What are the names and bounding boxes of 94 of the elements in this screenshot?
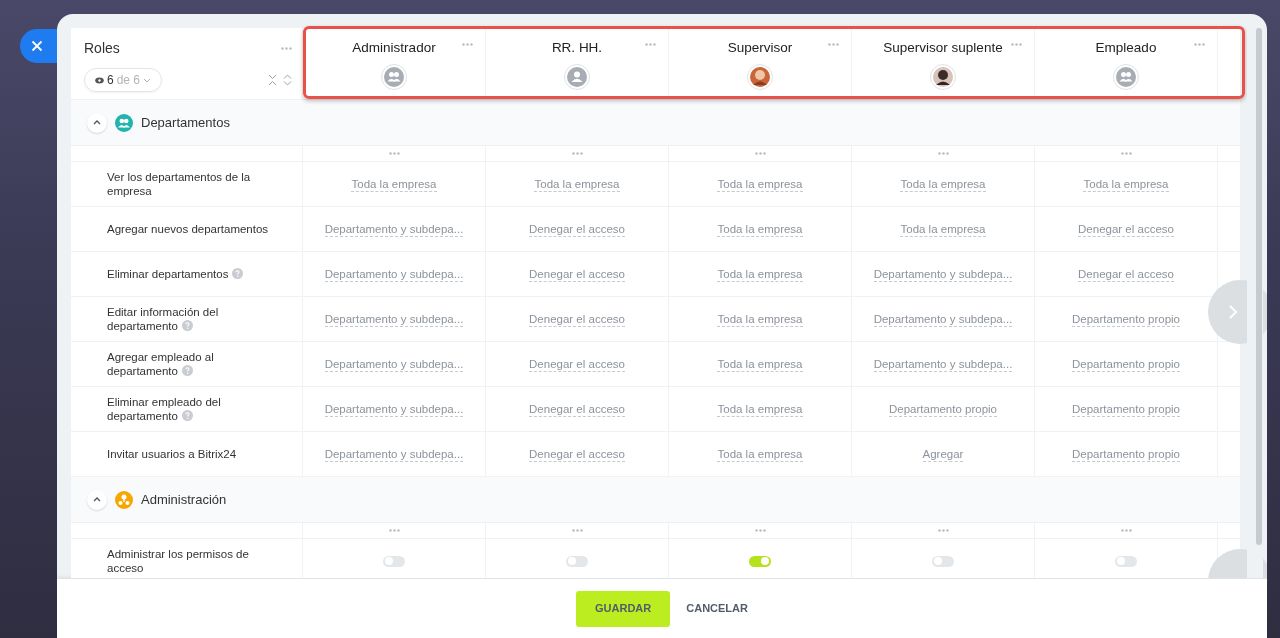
access-select[interactable]: Toda la empresa <box>1083 176 1169 192</box>
access-select[interactable]: Toda la empresa <box>717 401 803 417</box>
permission-label: Eliminar departamentos <box>107 267 244 281</box>
permission-label: Invitar usuarios a Bitrix24 <box>107 447 237 461</box>
access-select[interactable]: Denegar el acceso <box>529 311 625 327</box>
more-icon[interactable] <box>571 529 583 532</box>
access-select[interactable]: Denegar el acceso <box>529 356 625 372</box>
role-name: Administrador <box>352 39 436 57</box>
role-name: Empleado <box>1095 39 1157 57</box>
more-icon[interactable] <box>828 43 839 46</box>
more-icon[interactable] <box>937 152 949 155</box>
role-name: RR. HH. <box>551 39 603 57</box>
access-select[interactable]: Denegar el acceso <box>529 446 625 462</box>
access-select[interactable]: Toda la empresa <box>717 266 803 282</box>
access-select[interactable]: Toda la empresa <box>717 176 803 192</box>
user-icon <box>567 67 587 88</box>
access-select[interactable]: Departamento y subdepa... <box>324 266 464 282</box>
users-icon <box>1116 67 1136 88</box>
permission-label: Agregar nuevos departamentos <box>107 222 269 236</box>
avatar <box>933 67 953 88</box>
toggle-switch[interactable] <box>932 555 954 567</box>
collapse-button[interactable] <box>87 489 107 510</box>
access-select[interactable]: Agregar <box>922 446 964 462</box>
help-icon[interactable] <box>181 365 193 376</box>
access-select[interactable]: Toda la empresa <box>717 311 803 327</box>
scrollbar-thumb[interactable] <box>1256 28 1262 545</box>
more-icon[interactable] <box>1194 43 1205 46</box>
access-select[interactable]: Toda la empresa <box>534 176 620 192</box>
access-select[interactable]: Departamento y subdepa... <box>873 356 1013 372</box>
access-select[interactable]: Departamento propio <box>1071 356 1180 372</box>
access-select[interactable]: Departamento y subdepa... <box>324 401 464 417</box>
more-icon[interactable] <box>281 47 292 50</box>
permission-label: Administrar los permisos de acceso <box>107 547 250 575</box>
role-name: Supervisor <box>727 39 793 57</box>
panel-title: Roles <box>84 39 120 58</box>
chevron-right-icon <box>1228 304 1238 320</box>
toggle-switch[interactable] <box>749 555 771 567</box>
expand-all-icon[interactable] <box>283 74 292 86</box>
help-icon[interactable] <box>232 268 244 279</box>
close-icon <box>31 40 43 52</box>
cancel-button[interactable]: CANCELAR <box>686 590 748 627</box>
access-select[interactable]: Departamento y subdepa... <box>873 311 1013 327</box>
permission-label: Agregar empleado al departamento <box>107 350 215 378</box>
more-icon[interactable] <box>645 43 656 46</box>
access-select[interactable]: Departamento propio <box>1071 446 1180 462</box>
eye-icon <box>95 76 104 84</box>
access-select[interactable]: Departamento y subdepa... <box>873 266 1013 282</box>
access-select[interactable]: Toda la empresa <box>717 446 803 462</box>
access-select[interactable]: Departamento propio <box>1071 401 1180 417</box>
more-icon[interactable] <box>937 529 949 532</box>
access-select[interactable]: Denegar el acceso <box>529 401 625 417</box>
avatar <box>750 67 770 88</box>
access-select[interactable]: Denegar el acceso <box>1078 221 1174 237</box>
role-name: Supervisor suplente <box>883 39 1003 57</box>
more-icon[interactable] <box>462 43 473 46</box>
section-title: Administración <box>141 490 227 509</box>
more-icon[interactable] <box>754 529 766 532</box>
more-icon[interactable] <box>1120 529 1132 532</box>
save-button[interactable]: GUARDAR <box>576 590 671 627</box>
permission-label: Editar información del departamento <box>107 305 220 333</box>
permission-label: Ver los departamentos de la empresa <box>107 170 252 198</box>
access-select[interactable]: Toda la empresa <box>717 356 803 372</box>
access-select[interactable]: Departamento propio <box>888 401 997 417</box>
access-select[interactable]: Departamento y subdepa... <box>324 446 464 462</box>
help-icon[interactable] <box>181 410 193 421</box>
access-select[interactable]: Toda la empresa <box>717 221 803 237</box>
permission-label: Eliminar empleado del departamento <box>107 395 222 423</box>
help-icon[interactable] <box>181 320 193 331</box>
more-icon[interactable] <box>388 152 400 155</box>
access-select[interactable]: Departamento y subdepa... <box>324 356 464 372</box>
more-icon[interactable] <box>1120 152 1132 155</box>
chevron-down-icon <box>143 77 152 83</box>
more-icon[interactable] <box>571 152 583 155</box>
collapse-button[interactable] <box>87 112 107 133</box>
access-select[interactable]: Toda la empresa <box>351 176 437 192</box>
users-icon <box>384 67 404 88</box>
access-select[interactable]: Denegar el acceso <box>1078 266 1174 282</box>
access-select[interactable]: Denegar el acceso <box>529 266 625 282</box>
access-select[interactable]: Denegar el acceso <box>529 221 625 237</box>
access-select[interactable]: Departamento y subdepa... <box>324 311 464 327</box>
more-icon[interactable] <box>388 529 400 532</box>
more-icon[interactable] <box>754 152 766 155</box>
chevron-up-icon <box>93 120 101 125</box>
section-title: Departamentos <box>141 113 230 132</box>
toggle-switch[interactable] <box>566 555 588 567</box>
access-select[interactable]: Departamento y subdepa... <box>324 221 464 237</box>
collapse-all-icon[interactable] <box>268 74 277 86</box>
access-select[interactable]: Toda la empresa <box>900 176 986 192</box>
more-icon[interactable] <box>1011 43 1022 46</box>
access-select[interactable]: Departamento propio <box>1071 311 1180 327</box>
chevron-up-icon <box>93 497 101 502</box>
toggle-switch[interactable] <box>1115 555 1137 567</box>
access-select[interactable]: Toda la empresa <box>900 221 986 237</box>
toggle-switch[interactable] <box>383 555 405 567</box>
